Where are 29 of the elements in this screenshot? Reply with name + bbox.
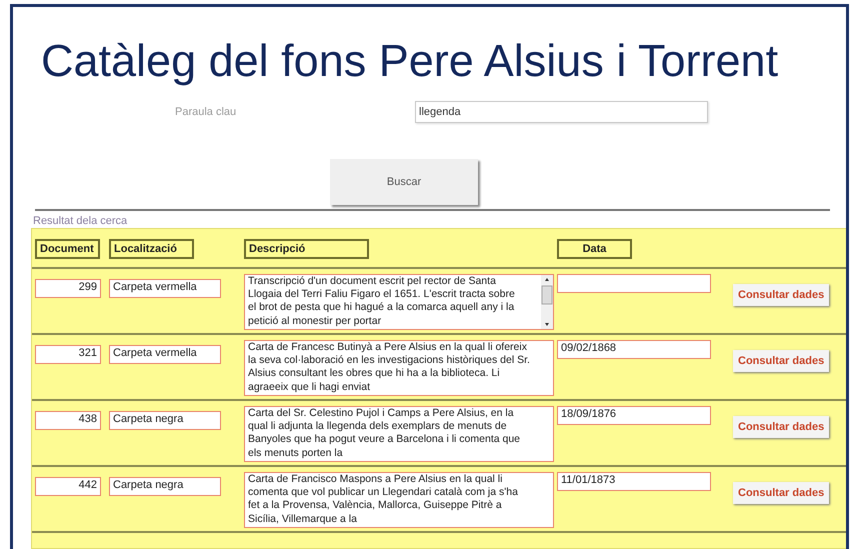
results-label: Resultat dela cerca	[33, 215, 128, 227]
date-field: 09/02/1868	[557, 340, 711, 359]
date-field: 11/01/1873	[557, 472, 711, 491]
consult-button[interactable]: Consultar dades	[733, 284, 830, 306]
column-header: Data	[557, 239, 632, 259]
consult-button[interactable]: Consultar dades	[733, 416, 830, 438]
location-field: Carpeta negra	[109, 477, 221, 496]
location-field: Carpeta negra	[109, 411, 221, 430]
consult-button[interactable]: Consultar dades	[733, 482, 830, 504]
description-field[interactable]: Carta de Francesc Butinyà a Pere Alsius en la qual li ofereix la seva col·laboració en les investigacions històriques del Sr. Alsius consultant les obres que hi ha a la biblioteca. Li agraeeix que li hagi enviat	[244, 340, 554, 396]
document-field: 442	[35, 477, 101, 496]
column-header: Localització	[109, 239, 194, 259]
document-field: 321	[35, 345, 101, 364]
document-field: 299	[35, 279, 101, 298]
location-field: Carpeta vermella	[109, 279, 221, 298]
page-title: Catàleg del fons Pere Alsius i Torrent	[41, 35, 780, 87]
consult-button[interactable]: Consultar dades	[733, 350, 830, 372]
search-button[interactable]: Buscar	[330, 159, 478, 205]
description-field[interactable]: Carta del Sr. Celestino Pujol i Camps a Pere Alsius, en la qual li adjunta la llegenda dels exemplars de menuts de Banyoles que ha pogut veure a Barcelona i li comenta que els menuts porten la	[244, 406, 554, 462]
keyword-label: Paraula clau	[175, 106, 238, 118]
description-field[interactable]: Transcripció d'un document escrit pel rector de Santa Llogaia del Terri Faliu Figaro el 1651. L'escrit tracta sobre el brot de pesta que hi hagué a la comarca aquell any i la petició al monestir per portar	[244, 274, 554, 330]
location-field: Carpeta vermella	[109, 345, 221, 364]
scrollbar-icon[interactable]	[541, 275, 553, 329]
date-field: 18/09/1876	[557, 406, 711, 425]
column-header: Descripció	[244, 239, 369, 259]
document-field: 438	[35, 411, 101, 430]
keyword-field[interactable]: llegenda	[415, 101, 708, 123]
column-header: Document	[35, 239, 100, 259]
description-field[interactable]: Carta de Francisco Maspons a Pere Alsius en la qual li comenta que vol publicar un Llegendari català com ja s'ha fet a la Provensa, València, Mallorca, Guiseppe Pitrè a Sicília, Villemarque a la	[244, 472, 554, 528]
